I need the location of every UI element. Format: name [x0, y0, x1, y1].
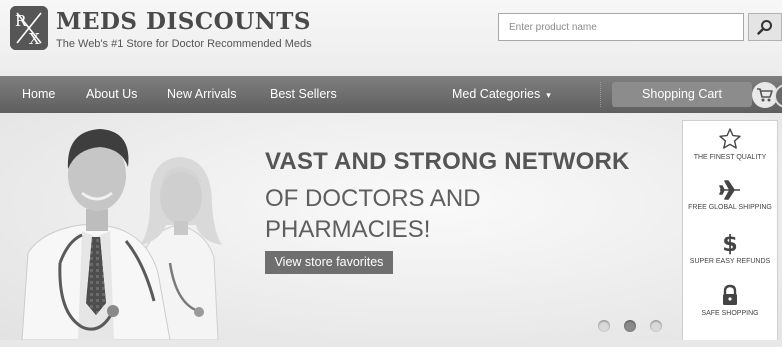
rx-logo[interactable]: R X	[10, 6, 48, 50]
nav-divider	[600, 82, 601, 107]
svg-text:$: $	[722, 232, 737, 255]
feature-quality: The finest quality	[683, 127, 777, 162]
nav-home[interactable]: Home	[22, 76, 55, 113]
logo-letter-r: R	[15, 12, 27, 30]
feature-label: Free global shipping	[688, 204, 772, 211]
doctors-photo	[21, 129, 222, 340]
slider-dot-1[interactable]	[598, 320, 610, 332]
feature-refunds: $ Super easy refunds	[683, 231, 777, 266]
slider-dot-3[interactable]	[650, 320, 662, 332]
nav-med-categories[interactable]: Med Categories ▾	[452, 76, 551, 113]
rx-logo-graphic: R X	[10, 6, 48, 50]
logo-letter-x: X	[29, 30, 40, 48]
hero-subline: OF DOCTORS AND PHARMACIES!	[265, 185, 481, 243]
feature-label: Safe shopping	[701, 310, 759, 317]
page-bottom-strip	[0, 340, 782, 347]
view-store-favorites-button[interactable]: View store favorites	[265, 251, 393, 274]
feature-label: The finest quality	[693, 154, 767, 161]
brand-name[interactable]: MEDS DISCOUNTS	[56, 8, 311, 35]
search-box	[498, 13, 744, 41]
nav-med-categories-label: Med Categories	[452, 87, 541, 101]
feature-panel: The finest quality Free global shipping …	[682, 120, 778, 343]
nav-best-sellers[interactable]: Best Sellers	[270, 76, 337, 113]
search-input[interactable]	[499, 14, 743, 40]
nav-new-arrivals[interactable]: New Arrivals	[167, 76, 236, 113]
airplane-icon	[719, 180, 740, 200]
chevron-down-icon: ▾	[546, 90, 551, 100]
brand-tagline: The Web's #1 Store for Doctor Recommende…	[56, 38, 312, 50]
hero-headline: VAST AND STRONG NETWORK	[265, 148, 630, 175]
search-button[interactable]	[748, 13, 782, 41]
search-icon	[757, 20, 772, 35]
site-header: R X MEDS DISCOUNTS The Web's #1 Store fo…	[0, 0, 782, 76]
nav-about-us[interactable]: About Us	[86, 76, 137, 113]
main-nav: Home About Us New Arrivals Best Sellers …	[0, 76, 782, 113]
feature-safe-shopping: Safe shopping	[683, 283, 777, 318]
feature-shipping: Free global shipping	[683, 179, 777, 212]
star-icon	[719, 128, 741, 149]
dollar-icon: $	[722, 232, 737, 255]
lock-icon	[723, 284, 737, 305]
shopping-cart-button[interactable]: Shopping Cart	[612, 82, 752, 107]
hero-banner: VAST AND STRONG NETWORK OF DOCTORS AND P…	[0, 113, 782, 340]
feature-label: Super easy refunds	[689, 258, 771, 265]
slider-dot-2[interactable]	[624, 320, 636, 332]
cart-icon	[757, 88, 773, 102]
